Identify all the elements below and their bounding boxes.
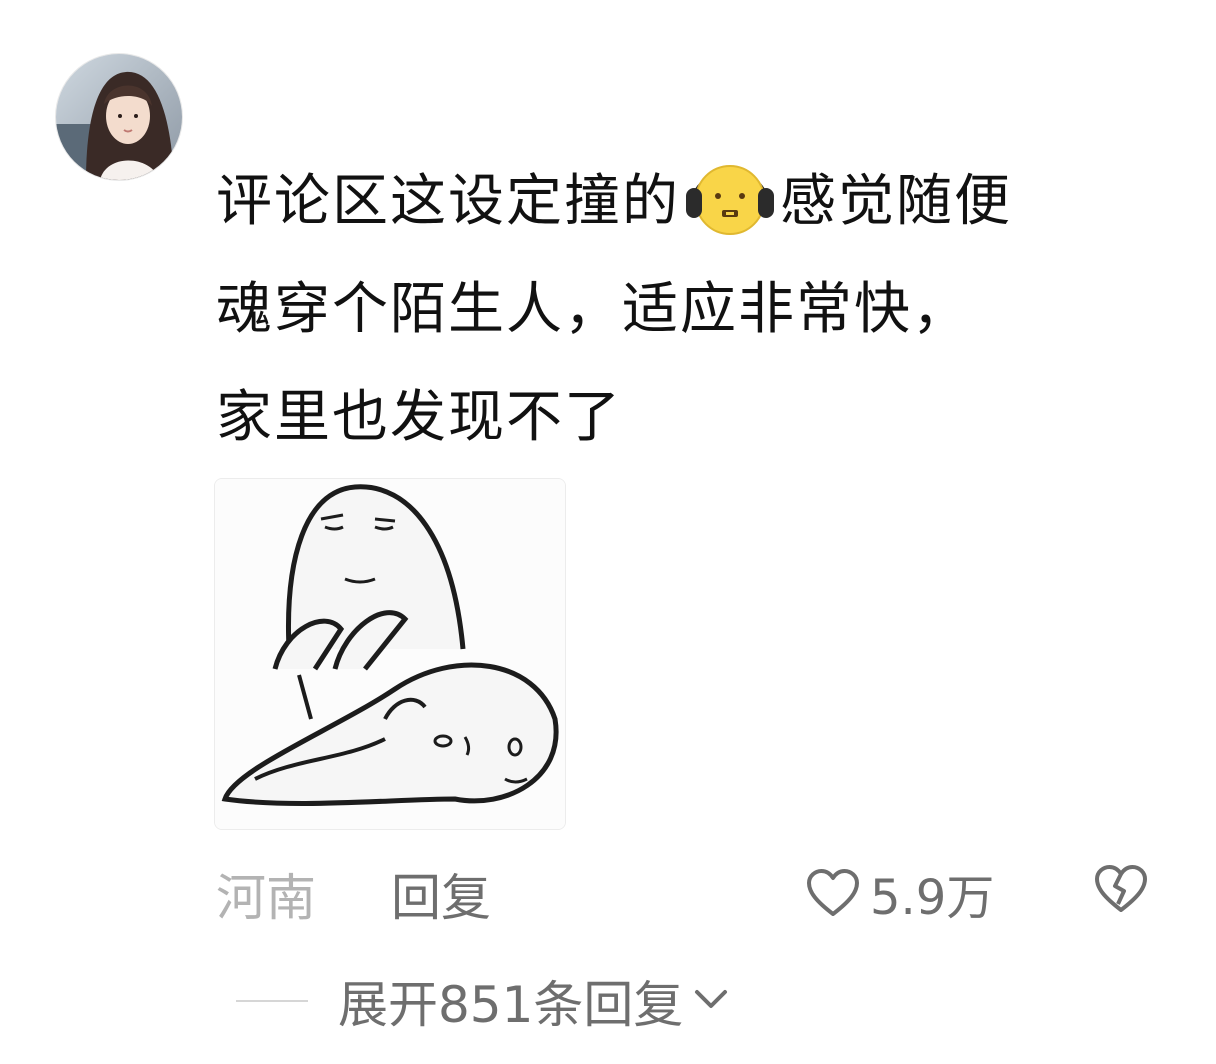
location-label: 河南 xyxy=(216,869,316,927)
comment-actions: 河南 回复 5.9万 xyxy=(216,850,1176,930)
comment-item: 评论区这设定撞的 感觉随便 魂穿个陌生人，适应非常快， 家里也发现不了 河南 回… xyxy=(0,0,1216,1064)
meme-sticker-image[interactable] xyxy=(214,478,566,830)
like-count: 5.9万 xyxy=(870,870,995,926)
headphones-grumpy-face-emoji-icon xyxy=(682,154,778,238)
divider-line xyxy=(236,1000,308,1002)
reply-button[interactable]: 回复 xyxy=(391,858,491,930)
comment-line-1: 评论区这设定撞的 感觉随便 xyxy=(216,148,1156,256)
expand-replies-button[interactable]: 展开851条回复 xyxy=(236,966,731,1036)
broken-heart-icon xyxy=(1094,864,1148,914)
dislike-button[interactable] xyxy=(1094,864,1148,914)
comment-line-3: 家里也发现不了 xyxy=(216,385,622,450)
comment-text-part: 评论区这设定撞的 xyxy=(216,169,680,234)
chevron-down-icon xyxy=(691,984,731,1018)
expand-replies-label: 展开851条回复 xyxy=(338,976,684,1034)
heart-outline-icon xyxy=(806,868,860,918)
comment-text-part: 感觉随便 xyxy=(780,169,1012,234)
comment-text: 评论区这设定撞的 感觉随便 魂穿个陌生人，适应非常快， 家里也发现不了 xyxy=(216,148,1156,472)
user-avatar[interactable] xyxy=(56,54,182,180)
comment-line-2: 魂穿个陌生人，适应非常快， xyxy=(216,277,970,342)
like-button[interactable]: 5.9万 xyxy=(806,858,994,928)
